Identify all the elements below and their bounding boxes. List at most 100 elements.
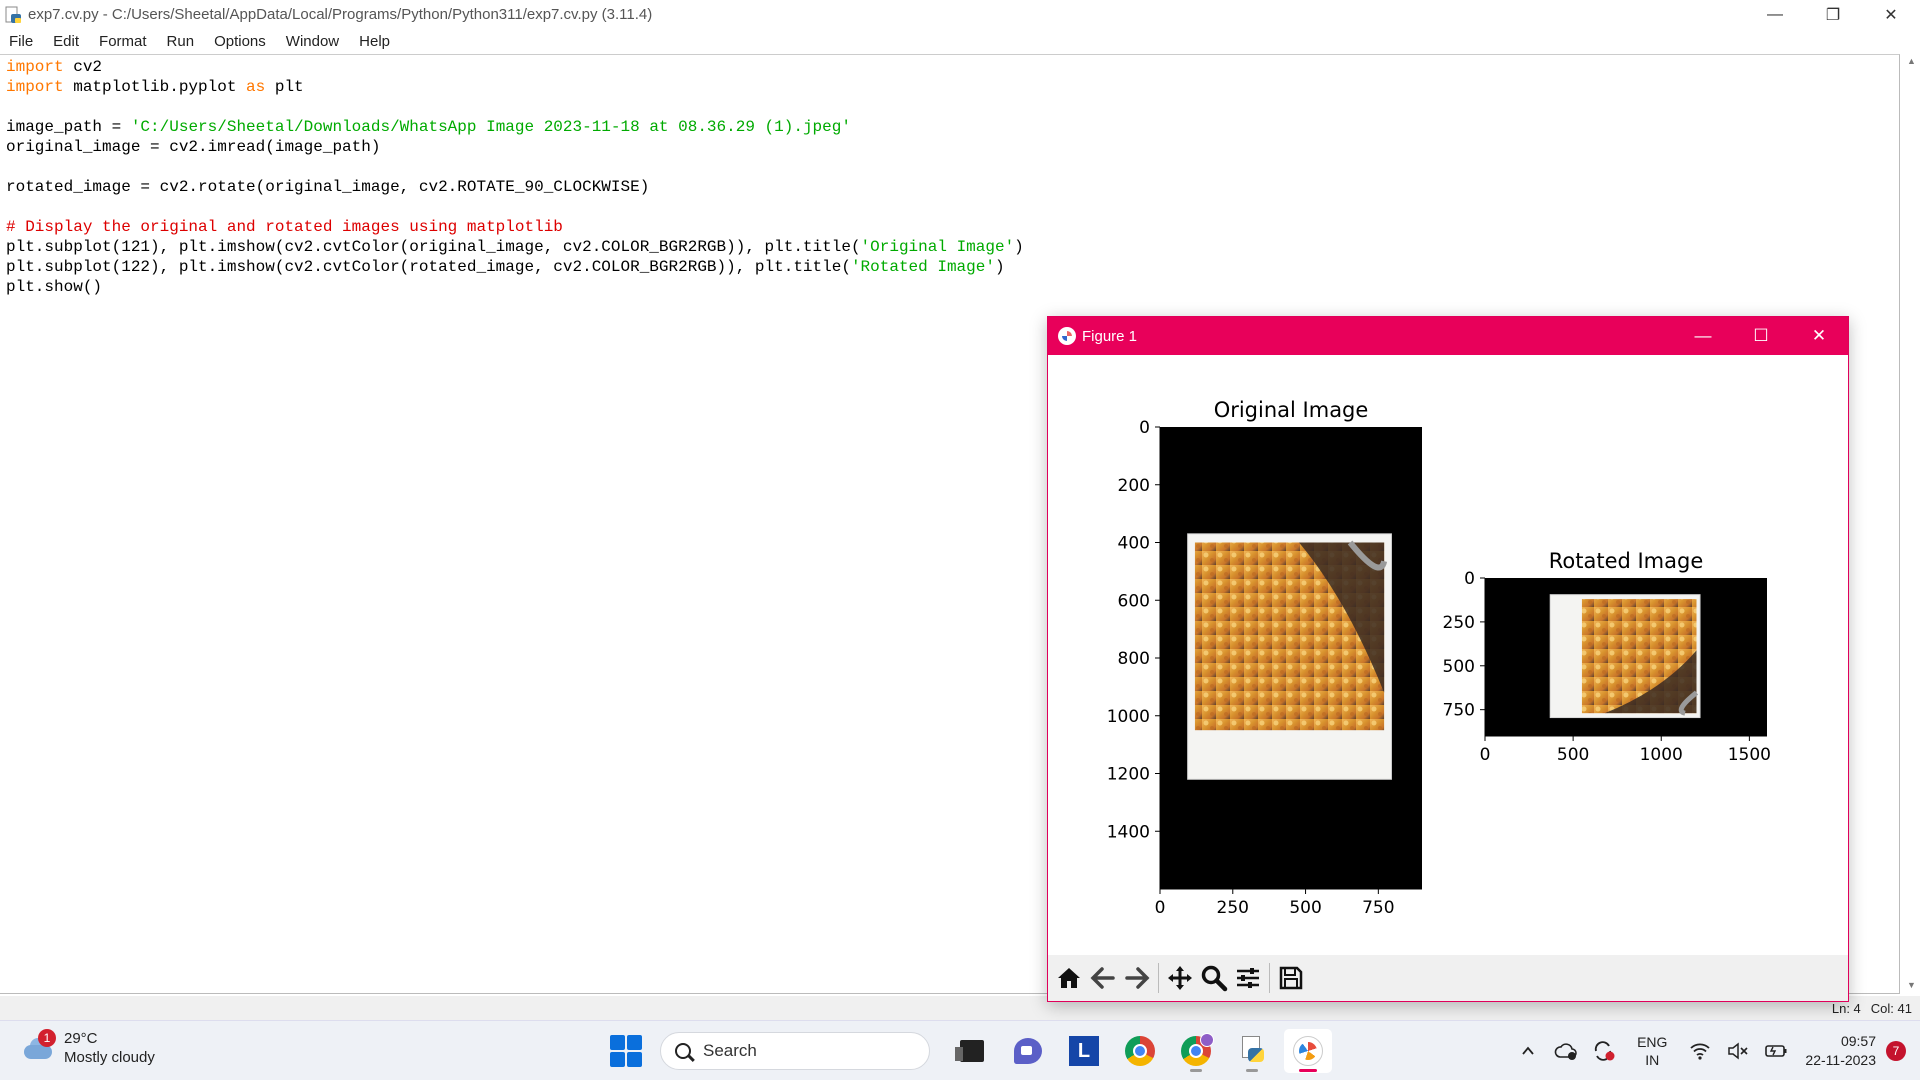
speaker-muted-icon[interactable]: [1722, 1035, 1754, 1067]
figure-toolbar: [1048, 955, 1848, 1001]
y-tick-label: 1000: [1107, 707, 1150, 727]
code-token: image_path =: [6, 118, 131, 136]
code-token: plt.show(): [6, 278, 103, 296]
y-tick-label: 1400: [1107, 822, 1150, 842]
code-token: rotated_image = cv2.rotate(original_imag…: [6, 178, 650, 196]
x-tick-label: 250: [1217, 898, 1249, 918]
y-tick-label: 400: [1118, 534, 1150, 554]
figure-minimize-button[interactable]: —: [1674, 317, 1732, 355]
y-tick-label: 750: [1443, 701, 1475, 721]
y-tick-label: 250: [1443, 613, 1475, 633]
plot-area[interactable]: 0 250 500 750 0 200 400 600 800 1000 1200 1400 Origi…: [1048, 355, 1848, 955]
idle-titlebar: exp7.cv.py - C:/Users/Sheetal/AppData/Lo…: [0, 0, 1920, 29]
zoom-magnifier-icon[interactable]: [1197, 960, 1231, 996]
code-keyword: import: [6, 58, 64, 76]
x-tick-label: 500: [1557, 745, 1589, 765]
weather-widget[interactable]: 1 29°C Mostly cloudy: [20, 1029, 155, 1067]
menubar: File Edit Format Run Options Window Help: [0, 29, 1920, 53]
x-tick-label: 1500: [1728, 745, 1771, 765]
code-keyword: import: [6, 78, 64, 96]
figure-window: Figure 1 — ☐ ✕ 0 250 500 750 0 200 400 6…: [1047, 316, 1849, 1002]
menu-file[interactable]: File: [0, 33, 43, 50]
figure-titlebar: Figure 1 — ☐ ✕: [1048, 317, 1848, 355]
code-keyword: as: [246, 78, 266, 96]
pan-move-icon[interactable]: [1163, 960, 1197, 996]
close-button[interactable]: ✕: [1862, 0, 1920, 29]
configure-sliders-icon[interactable]: [1231, 960, 1265, 996]
subplot-title: Original Image: [1214, 398, 1369, 422]
battery-icon[interactable]: [1760, 1035, 1792, 1067]
menu-run[interactable]: Run: [157, 33, 205, 50]
chrome-icon[interactable]: [1116, 1029, 1164, 1073]
y-tick-label: 500: [1443, 657, 1475, 677]
wifi-icon[interactable]: [1684, 1035, 1716, 1067]
code-token: plt: [265, 78, 304, 96]
y-tick-label: 600: [1118, 591, 1150, 611]
matplotlib-figure-icon[interactable]: [1284, 1029, 1332, 1073]
figure-close-button[interactable]: ✕: [1790, 317, 1848, 355]
code-token: cv2: [63, 58, 103, 76]
y-tick-label: 1200: [1107, 765, 1150, 785]
language-indicator[interactable]: ENG IN: [1637, 1033, 1667, 1069]
system-tray: ENG IN 09:57 22-11-2023 7: [1509, 1021, 1920, 1081]
chevron-up-icon[interactable]: [1512, 1035, 1544, 1067]
y-tick-label: 200: [1118, 476, 1150, 496]
menu-options[interactable]: Options: [204, 33, 276, 50]
home-icon[interactable]: [1052, 960, 1086, 996]
cursor-line: Ln: 4: [1831, 1001, 1861, 1016]
x-tick-label: 0: [1155, 898, 1166, 918]
clock[interactable]: 09:57 22-11-2023: [1805, 1032, 1876, 1070]
weather-condition: Mostly cloudy: [64, 1049, 155, 1066]
weather-badge: 1: [38, 1029, 56, 1047]
taskbar: 1 29°C Mostly cloudy Search L ENG IN 09:…: [0, 1020, 1920, 1080]
cloud-icon: 1: [20, 1029, 56, 1063]
menu-help[interactable]: Help: [349, 33, 400, 50]
chrome-profile-icon[interactable]: [1172, 1029, 1220, 1073]
code-token: plt.subplot(121), plt.imshow(cv2.cvtColo…: [6, 238, 861, 256]
language-code: ENG: [1637, 1034, 1668, 1050]
figure-maximize-button[interactable]: ☐: [1732, 317, 1790, 355]
toolbar-separator: [1158, 963, 1159, 993]
minimize-button[interactable]: —: [1746, 0, 1804, 29]
teams-meet-icon[interactable]: [1004, 1029, 1052, 1073]
menu-format[interactable]: Format: [89, 33, 157, 50]
scroll-up-icon[interactable]: ▲: [1907, 56, 1916, 66]
forward-arrow-icon[interactable]: [1120, 960, 1154, 996]
taskbar-search-box[interactable]: Search: [660, 1032, 930, 1070]
windows-start-icon[interactable]: [610, 1035, 642, 1067]
y-tick-label: 800: [1118, 649, 1150, 669]
save-floppy-icon[interactable]: [1274, 960, 1308, 996]
onedrive-cloud-icon[interactable]: [1550, 1035, 1582, 1067]
code-string: 'Rotated Image': [850, 258, 995, 276]
code-string: 'Original Image': [860, 238, 1015, 256]
window-title: exp7.cv.py - C:/Users/Sheetal/AppData/Lo…: [28, 6, 653, 23]
figure-canvas[interactable]: 0 250 500 750 0 200 400 600 800 1000 1200 1400 Origi…: [1048, 355, 1848, 955]
x-tick-label: 500: [1289, 898, 1321, 918]
l-app-icon[interactable]: L: [1060, 1029, 1108, 1073]
menu-edit[interactable]: Edit: [43, 33, 89, 50]
clock-time: 09:57: [1840, 1033, 1876, 1049]
x-tick-label: 0: [1480, 745, 1491, 765]
back-arrow-icon[interactable]: [1086, 960, 1120, 996]
code-token: matplotlib.pyplot: [63, 78, 247, 96]
x-tick-label: 750: [1362, 898, 1394, 918]
vertical-scrollbar[interactable]: ▲ ▼: [1902, 54, 1920, 994]
figure-title: Figure 1: [1082, 327, 1138, 345]
sync-icon[interactable]: [1588, 1035, 1620, 1067]
maximize-button[interactable]: ❐: [1804, 0, 1862, 29]
code-token: ): [1014, 238, 1024, 256]
task-view-icon[interactable]: [948, 1029, 996, 1073]
code-comment: # Display the original and rotated image…: [6, 218, 563, 236]
code-text[interactable]: import cv2 import matplotlib.pyplot as p…: [6, 57, 1024, 297]
code-token: original_image = cv2.imread(image_path): [6, 138, 381, 156]
scroll-down-icon[interactable]: ▼: [1907, 980, 1916, 990]
y-tick-label: 0: [1139, 418, 1150, 438]
y-tick-label: 0: [1464, 569, 1475, 589]
clock-date: 22-11-2023: [1805, 1052, 1876, 1068]
notification-badge[interactable]: 7: [1886, 1041, 1906, 1061]
matplotlib-icon: [1058, 327, 1076, 345]
python-idle-icon[interactable]: [1228, 1029, 1276, 1073]
code-string: 'C:/Users/Sheetal/Downloads/WhatsApp Ima…: [130, 118, 851, 136]
menu-window[interactable]: Window: [276, 33, 349, 50]
region-code: IN: [1645, 1052, 1660, 1068]
